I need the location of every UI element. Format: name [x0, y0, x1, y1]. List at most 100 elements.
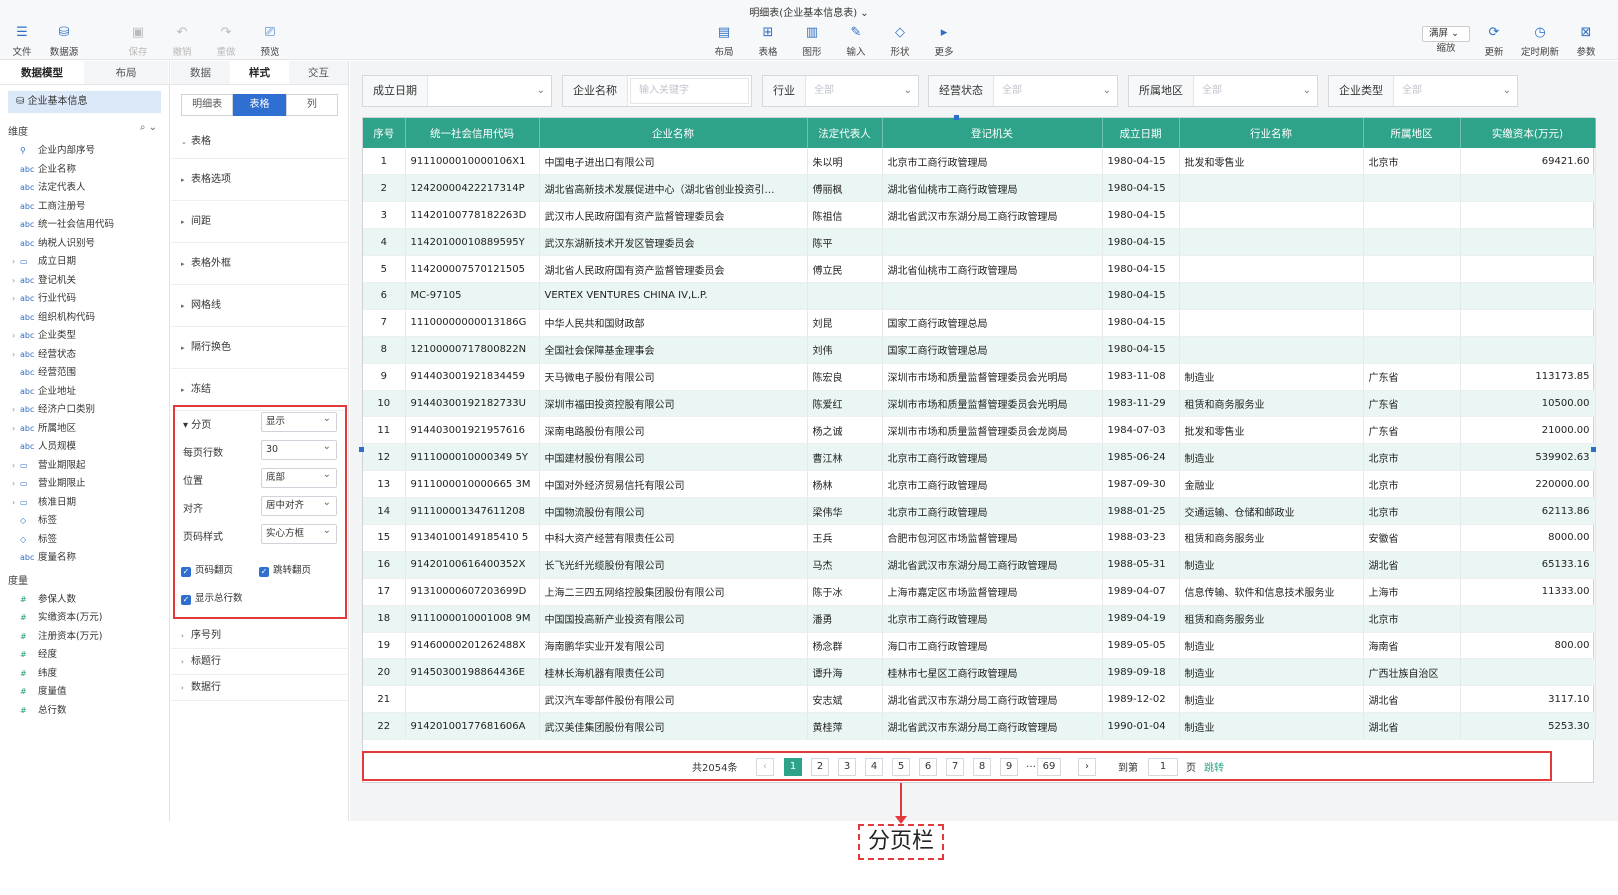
column-header[interactable]: 企业名称 — [539, 118, 808, 148]
style-section[interactable]: ▸ 间距 — [171, 201, 348, 243]
expand-icon[interactable]: › — [12, 494, 15, 513]
table-row[interactable]: 20 91450300198864436E 桂林长海机器有限责任公司 谭升海 桂林市七星… — [363, 658, 1596, 687]
table-row[interactable]: 17 91310000607203699D 上海二三四五网络控股集团股份有限公司 陈于… — [363, 578, 1596, 606]
filter-input[interactable]: 输入关键字 — [630, 78, 749, 104]
tab-data-model[interactable]: 数据模型 — [0, 61, 84, 84]
table-row[interactable]: 2 12420000422217314P 湖北省高新技术发展促进中心（湖北省创业投资… — [363, 174, 1596, 203]
page-style-select[interactable]: 实心方框 — [261, 522, 337, 544]
table-row[interactable]: 8 12100000717800822N 全国社会保障基金理事会 刘伟 国家工商行政管理… — [363, 336, 1596, 364]
page-button[interactable]: 4 — [865, 758, 883, 776]
table-row[interactable]: 15 91340100149185410 5 中科大资产经营有限责任公司 王兵 合肥市包… — [363, 524, 1596, 552]
filter-select[interactable]: 全部 ⌄ — [806, 76, 918, 106]
dimension-field[interactable]: abc 人员规模 — [0, 438, 169, 457]
page-button[interactable]: 8 — [973, 758, 991, 776]
style-section[interactable]: ▸ 表格选项 — [171, 159, 348, 201]
column-header[interactable]: 成立日期 — [1102, 118, 1180, 148]
dimension-field[interactable]: › abc 所属地区 — [0, 420, 169, 439]
more-button[interactable]: ▸ 更多 — [924, 24, 964, 58]
layout-button[interactable]: ▤ 布局 — [704, 24, 744, 58]
table-button[interactable]: ⊞ 表格 — [748, 24, 788, 58]
redo-button[interactable]: ↷ 重做 — [206, 24, 246, 58]
style-section[interactable]: › 序号列 — [171, 623, 349, 649]
tab-style[interactable]: 样式 — [230, 61, 289, 84]
update-button[interactable]: ⟳ 更新 — [1474, 24, 1514, 58]
page-button[interactable]: 5 — [892, 758, 910, 776]
table-row[interactable]: 3 11420100778182263D 武汉市人民政府国有资产监督管理委员会 陈祖信… — [363, 201, 1596, 230]
segment-detail-table[interactable]: 明细表 — [181, 94, 234, 116]
column-header[interactable]: 登记机关 — [882, 118, 1103, 148]
rows-per-page-select[interactable]: 30 — [261, 438, 337, 460]
dimension-field[interactable]: abc 组织机构代码 — [0, 309, 169, 328]
jump-flip-checkbox[interactable]: ✓ 跳转翻页 — [259, 562, 311, 577]
page-button[interactable]: 69 — [1037, 758, 1061, 776]
expand-icon[interactable]: › — [12, 457, 15, 476]
scheduled-refresh-button[interactable]: ◷ 定时刷新 — [1520, 24, 1560, 58]
dimension-field[interactable]: abc 法定代表人 — [0, 179, 169, 198]
table-row[interactable]: 10 91440300192182733U 深圳市福田投资控股有限公司 陈爱红 深圳市市… — [363, 390, 1596, 418]
chart-button[interactable]: ▥ 图形 — [792, 24, 832, 58]
measure-field[interactable]: # 参保人数 — [0, 591, 169, 610]
expand-icon[interactable]: › — [12, 346, 15, 365]
style-section[interactable]: ▸ 网格线 — [171, 285, 348, 327]
show-total-checkbox[interactable]: ✓ 显示总行数 — [181, 590, 243, 605]
table-row[interactable]: 5 114200007570121505 湖北省人民政府国有资产监督管理委员会 傅立民… — [363, 255, 1596, 283]
filter-select[interactable]: 全部 ⌄ — [1394, 76, 1517, 106]
dimension-field[interactable]: › abc 登记机关 — [0, 272, 169, 291]
measure-field[interactable]: # 总行数 — [0, 702, 169, 721]
pagination-show-select[interactable]: 显示 — [261, 410, 337, 432]
dimension-field[interactable]: › abc 经济户口类别 — [0, 401, 169, 420]
table-row[interactable]: 21 武汉汽车零部件股份有限公司 安志斌 湖北省武汉市东湖分局工商行政管理局 1989-… — [363, 685, 1596, 714]
style-section[interactable]: ⌄ 表格 — [171, 125, 348, 159]
segment-column[interactable]: 列 — [285, 94, 338, 116]
dimension-field[interactable]: › ▭ 成立日期 — [0, 253, 169, 272]
page-button[interactable]: 7 — [946, 758, 964, 776]
expand-icon[interactable]: › — [12, 420, 15, 439]
expand-icon[interactable]: › — [12, 327, 15, 346]
expand-icon[interactable]: › — [12, 401, 15, 420]
prev-page-button[interactable]: ‹ — [756, 758, 774, 776]
jump-button[interactable]: 跳转 — [1204, 759, 1224, 774]
file-button[interactable]: ☰ 文件 — [2, 24, 42, 58]
table-row[interactable]: 7 11100000000013186G 中华人民共和国财政部 刘昆 国家工商行政管理总… — [363, 309, 1596, 337]
page-button[interactable]: 2 — [811, 758, 829, 776]
column-header[interactable]: 实缴资本(万元) — [1460, 118, 1596, 148]
column-header[interactable]: 法定代表人 — [807, 118, 883, 148]
page-button[interactable]: 6 — [919, 758, 937, 776]
table-row[interactable]: 9 914403001921834459 天马微电子股份有限公司 陈宏良 深圳市市场和质… — [363, 363, 1596, 391]
style-section[interactable]: › 数据行 — [171, 675, 349, 701]
table-row[interactable]: 22 91420100177681606A 武汉美佳集团股份有限公司 黄桂萍 湖北省武汉… — [363, 712, 1596, 741]
style-section[interactable]: ▸ 隔行换色 — [171, 327, 348, 369]
table-row[interactable]: 12 9111000010000349 5Y 中国建材股份有限公司 曹江林 北京市工商行… — [363, 443, 1596, 472]
dimension-field[interactable]: › abc 经营状态 — [0, 346, 169, 365]
dimension-field[interactable]: abc 经营范围 — [0, 364, 169, 383]
page-button[interactable]: 1 — [784, 758, 802, 776]
resize-handle[interactable] — [1591, 447, 1596, 452]
params-button[interactable]: ⊠ 参数 — [1566, 24, 1606, 58]
resize-handle[interactable] — [954, 115, 959, 120]
tab-interaction[interactable]: 交互 — [289, 61, 348, 84]
table-row[interactable]: 4 11420100010889595Y 武汉东湖新技术开发区管理委员会 陈平 1980… — [363, 228, 1596, 257]
dimension-field[interactable]: ◇ 标签 — [0, 531, 169, 550]
undo-button[interactable]: ↶ 撤销 — [162, 24, 202, 58]
dimension-field[interactable]: abc 企业地址 — [0, 383, 169, 402]
tab-layout[interactable]: 布局 — [84, 61, 168, 84]
position-select[interactable]: 底部 — [261, 466, 337, 488]
measure-field[interactable]: # 注册资本(万元) — [0, 628, 169, 647]
measure-field[interactable]: # 纬度 — [0, 665, 169, 684]
table-row[interactable]: 14 911100001347611208 中国物流股份有限公司 梁伟华 北京市工商行政… — [363, 497, 1596, 525]
page-flip-checkbox[interactable]: ✓ 页码翻页 — [181, 562, 233, 577]
detail-table[interactable]: 序号 统一社会信用代码 企业名称 法定代表人 登记机关 成立日期 行业名称 所属地区 实缴资本(… — [362, 117, 1596, 783]
tab-data[interactable]: 数据 — [171, 61, 230, 84]
dimension-field[interactable]: abc 度量名称 — [0, 549, 169, 568]
column-header[interactable]: 行业名称 — [1179, 118, 1364, 148]
dimension-field[interactable]: › abc 行业代码 — [0, 290, 169, 309]
dimension-field[interactable]: abc 统一社会信用代码 — [0, 216, 169, 235]
align-select[interactable]: 居中对齐 — [261, 494, 337, 516]
page-button[interactable]: 9 — [1000, 758, 1018, 776]
segment-table[interactable]: 表格 — [233, 94, 286, 116]
goto-page-input[interactable]: 1 — [1148, 758, 1178, 776]
dimension-field[interactable]: abc 企业名称 — [0, 161, 169, 180]
filter-select[interactable]: 全部 ⌄ — [994, 76, 1117, 106]
expand-icon[interactable]: › — [12, 475, 15, 494]
style-section[interactable]: ▸ 表格外框 — [171, 243, 348, 285]
